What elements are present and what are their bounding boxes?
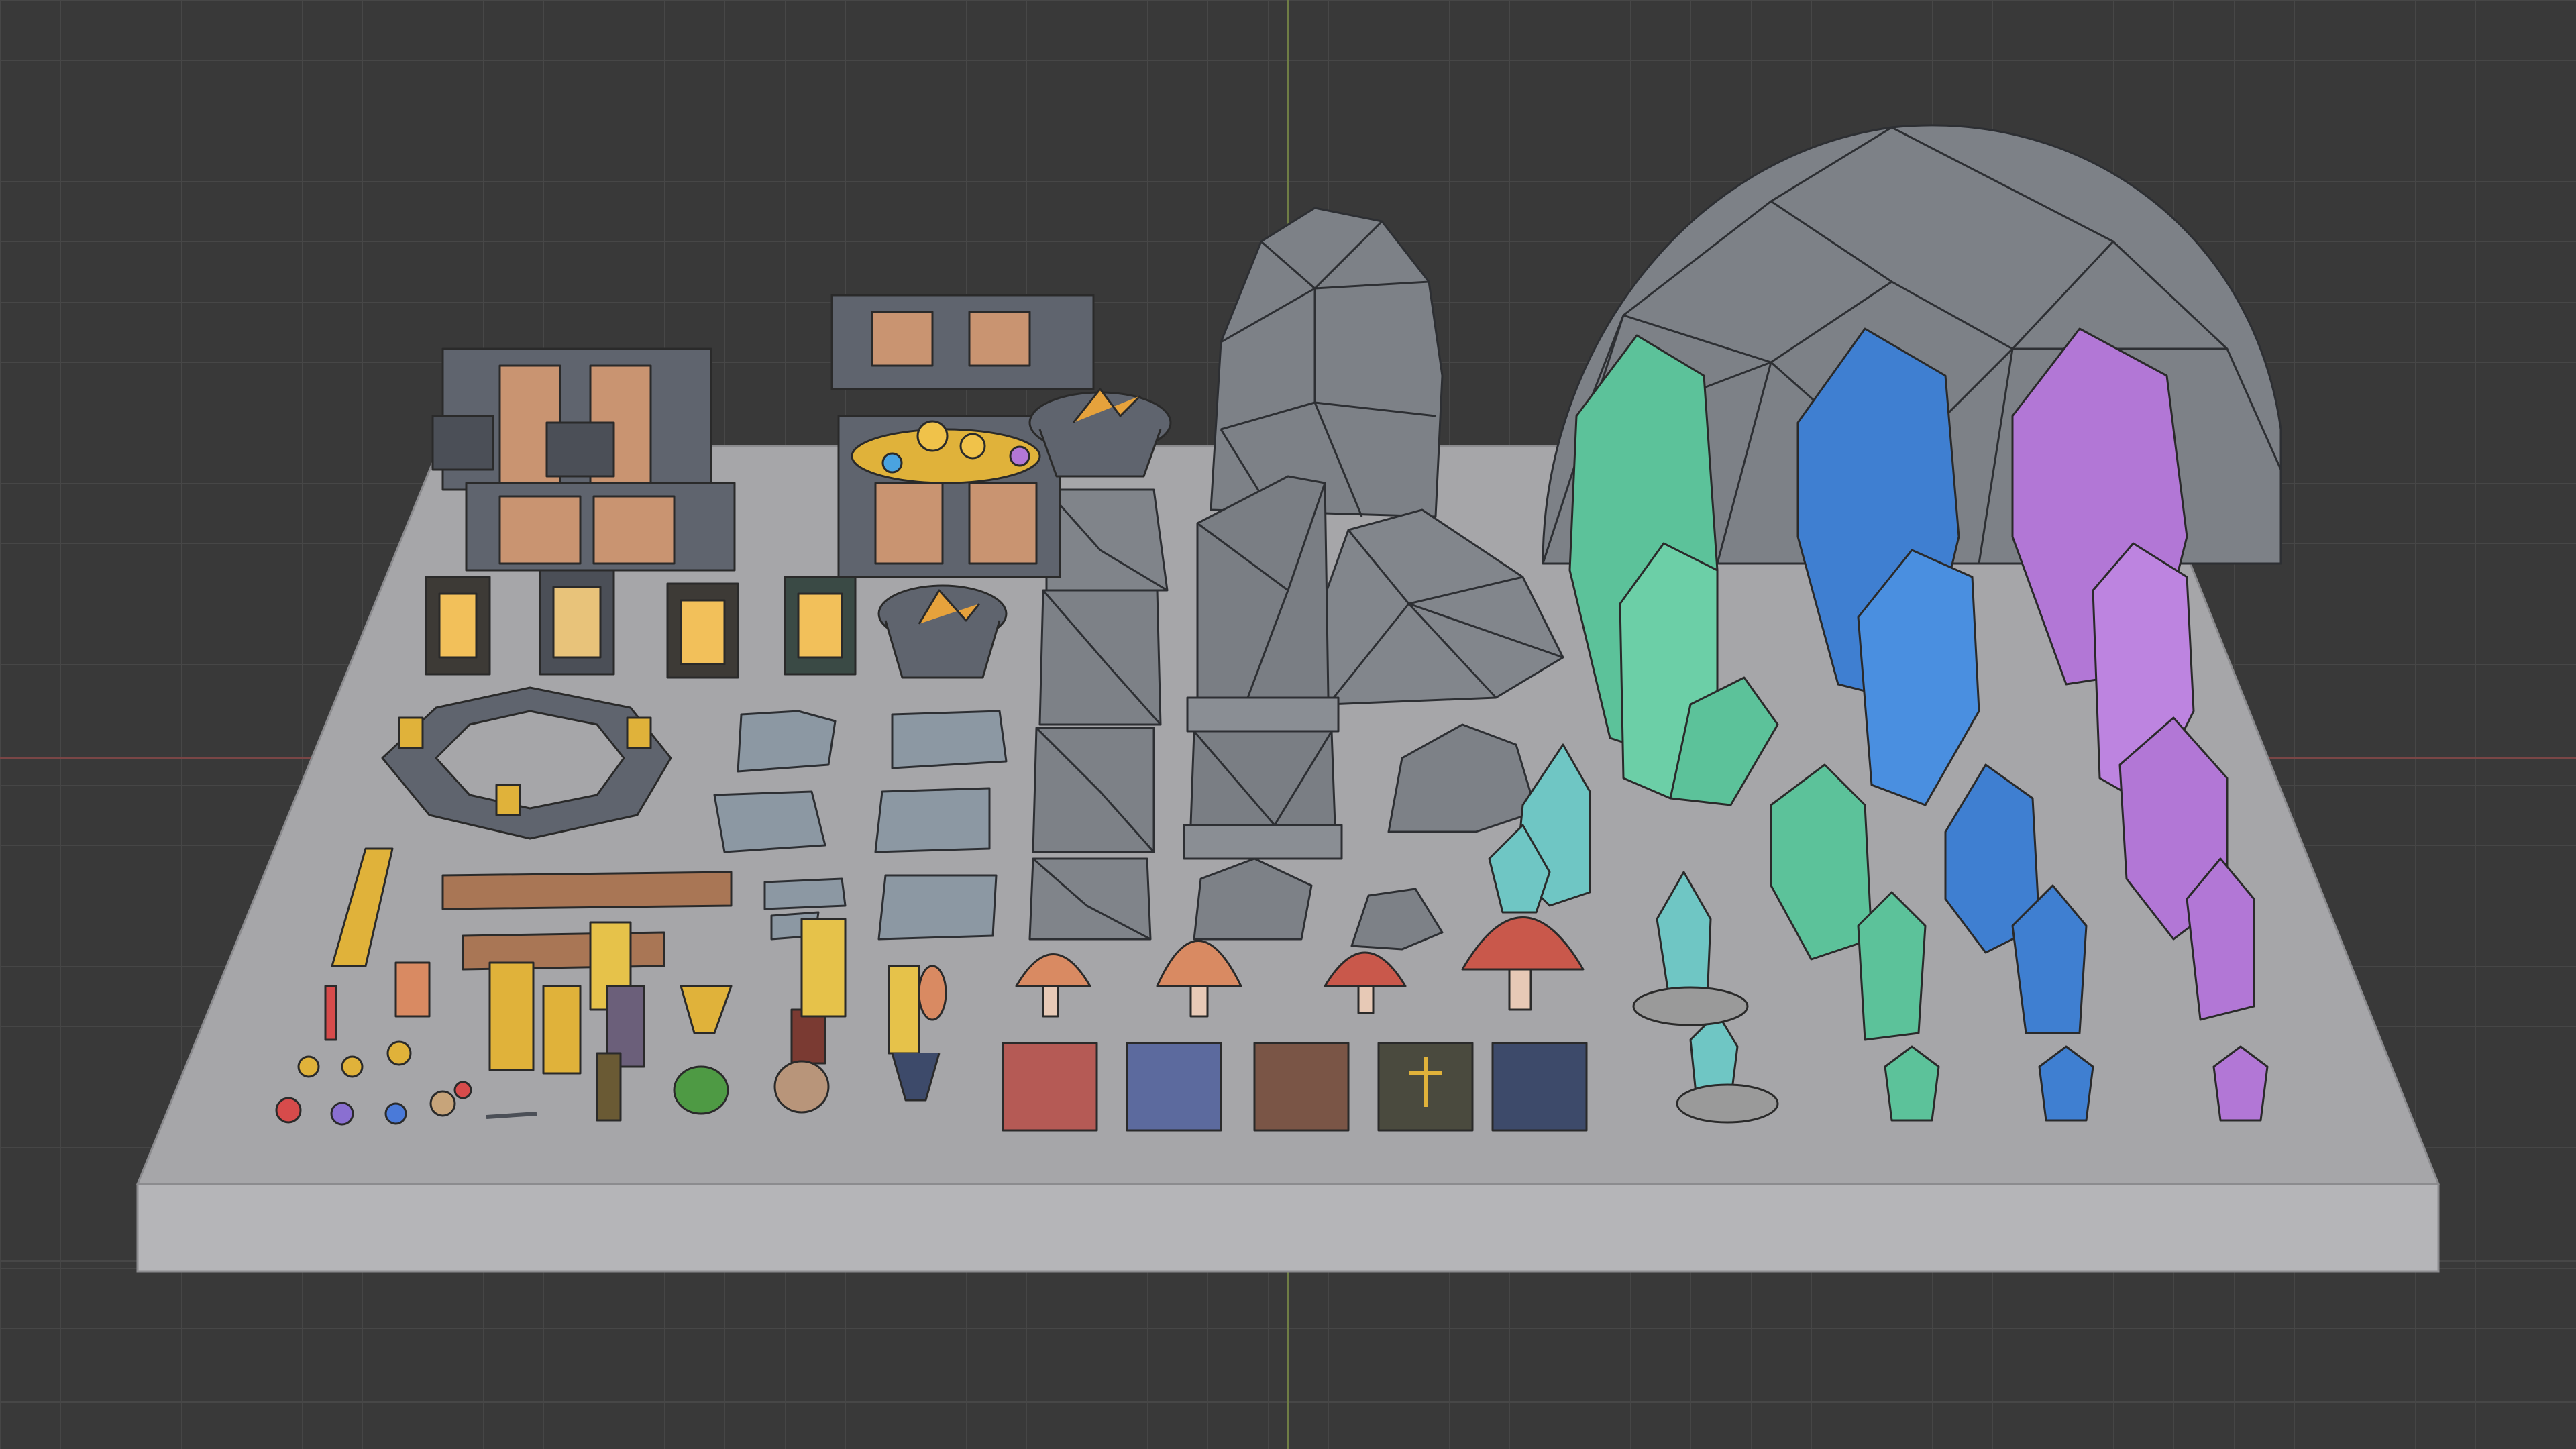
books[interactable] (1002, 1042, 1588, 1132)
viewport-scene (0, 0, 2576, 1449)
treasure-chest-closed[interactable] (431, 347, 736, 572)
3d-viewport[interactable] (0, 0, 2576, 1449)
stone-pillar[interactable] (1183, 475, 1343, 860)
